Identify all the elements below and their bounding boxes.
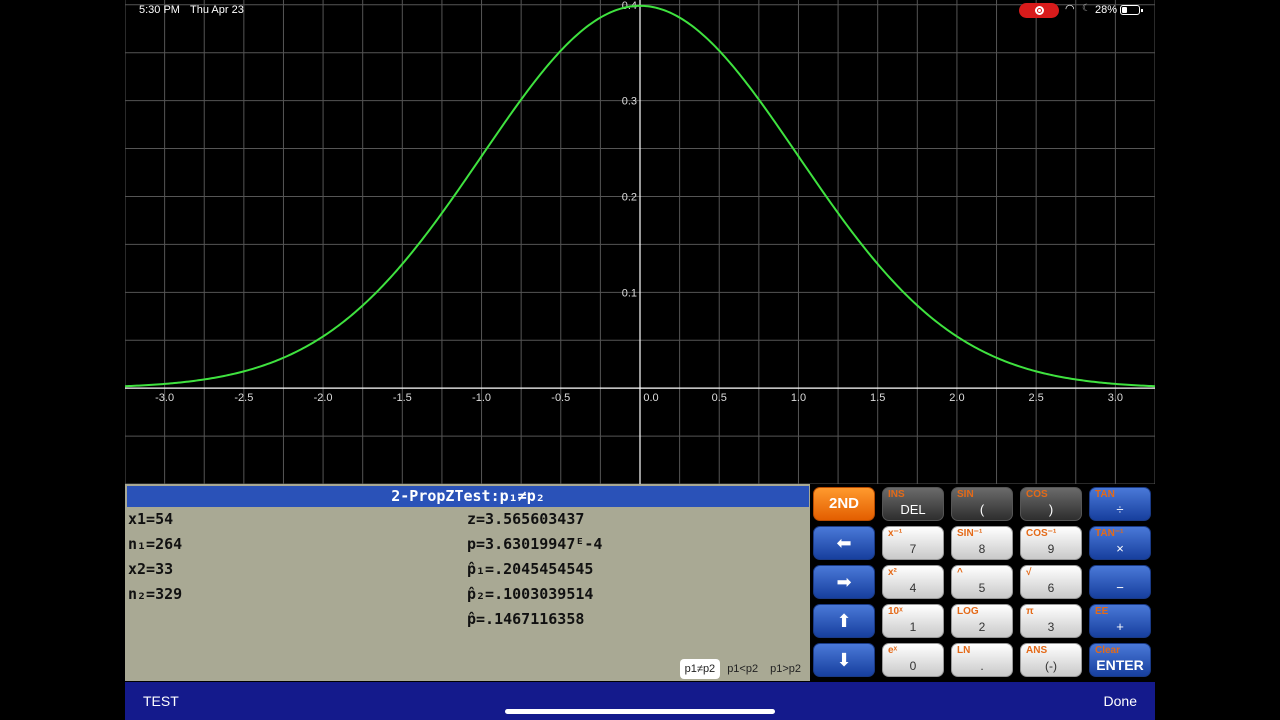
done-button[interactable]: Done bbox=[1104, 693, 1137, 709]
2nd-key[interactable]: 2ND bbox=[813, 487, 875, 521]
test-menu-button[interactable]: TEST bbox=[143, 693, 179, 709]
zero-key[interactable]: eˣ 0 bbox=[882, 643, 944, 677]
down-arrow-icon: ⬇ bbox=[836, 650, 852, 670]
x-tick-label: -0.5 bbox=[551, 392, 570, 404]
x-tick-label: -1.0 bbox=[472, 392, 491, 404]
alternative-hypothesis-tabs: p1≠p2 p1<p2 p1>p2 bbox=[679, 659, 806, 679]
result-line: z=3.565603437 bbox=[467, 510, 585, 528]
open-paren-key[interactable]: SIN ( bbox=[951, 487, 1013, 521]
three-key[interactable]: π 3 bbox=[1020, 604, 1082, 638]
screen-recording-icon[interactable] bbox=[1019, 3, 1059, 18]
inputs-list: x1=54 n₁=264 x2=33 n₂=329 bbox=[128, 507, 182, 607]
enter-key[interactable]: Clear ENTER bbox=[1089, 643, 1151, 677]
x-tick-label: 1.5 bbox=[870, 392, 885, 404]
one-key[interactable]: 10ˣ 1 bbox=[882, 604, 944, 638]
tab-less-than[interactable]: p1<p2 bbox=[722, 659, 763, 679]
x-tick-label: 2.5 bbox=[1029, 392, 1044, 404]
home-indicator[interactable] bbox=[505, 709, 775, 714]
results-screen: 2-PropZTest:p₁≠p₂ x1=54 n₁=264 x2=33 n₂=… bbox=[125, 484, 810, 681]
results-title: 2-PropZTest:p₁≠p₂ bbox=[127, 486, 809, 507]
left-arrow-key[interactable]: ⬅ bbox=[813, 526, 875, 560]
eight-key[interactable]: SIN⁻¹ 8 bbox=[951, 526, 1013, 560]
x-tick-label: 0.5 bbox=[712, 392, 727, 404]
battery-percent: 28% bbox=[1095, 4, 1118, 16]
seven-key[interactable]: x⁻¹ 7 bbox=[882, 526, 944, 560]
multiply-key[interactable]: TAN⁻¹ × bbox=[1089, 526, 1151, 560]
normal-curve-plot: -3.0 -2.5 -2.0 -1.5 -1.0 -0.5 0.0 0.5 1.0 1.5 2.0 2… bbox=[125, 0, 1155, 484]
x-tick-label: -1.5 bbox=[393, 392, 412, 404]
moon-icon: ☾ bbox=[1082, 3, 1091, 14]
five-key[interactable]: ^ 5 bbox=[951, 565, 1013, 599]
y-tick-label: 0.1 bbox=[622, 287, 637, 299]
plus-key[interactable]: EE + bbox=[1089, 604, 1151, 638]
negative-key[interactable]: ANS (-) bbox=[1020, 643, 1082, 677]
result-line: p=3.63019947ᴱ-4 bbox=[467, 535, 603, 553]
graph-area[interactable]: -3.0 -2.5 -2.0 -1.5 -1.0 -0.5 0.0 0.5 1.0 1.5 2.0 2… bbox=[125, 0, 1155, 484]
wifi-icon: ◠ bbox=[1065, 3, 1075, 15]
x-tick-label: -3.0 bbox=[155, 392, 174, 404]
y-tick-label: 0.3 bbox=[622, 96, 637, 108]
close-paren-key[interactable]: COS ) bbox=[1020, 487, 1082, 521]
battery-icon bbox=[1120, 5, 1143, 15]
result-line: n₁=264 bbox=[128, 535, 183, 553]
right-arrow-key[interactable]: ➡ bbox=[813, 565, 875, 599]
two-key[interactable]: LOG 2 bbox=[951, 604, 1013, 638]
y-tick-label: 0.2 bbox=[622, 191, 637, 203]
six-key[interactable]: √ 6 bbox=[1020, 565, 1082, 599]
result-line: x2=33 bbox=[128, 560, 174, 578]
del-key[interactable]: INS DEL bbox=[882, 487, 944, 521]
result-line: x1=54 bbox=[128, 510, 174, 528]
x-tick-label: -2.0 bbox=[314, 392, 333, 404]
left-arrow-icon: ⬅ bbox=[836, 533, 852, 553]
decimal-key[interactable]: LN . bbox=[951, 643, 1013, 677]
up-arrow-key[interactable]: ⬆ bbox=[813, 604, 875, 638]
down-arrow-key[interactable]: ⬇ bbox=[813, 643, 875, 677]
x-tick-label: 1.0 bbox=[791, 392, 806, 404]
x-tick-label: -2.5 bbox=[234, 392, 253, 404]
tab-greater-than[interactable]: p1>p2 bbox=[765, 659, 806, 679]
keypad: 2ND INS DEL SIN ( COS ) TAN ÷ ⬅ x⁻¹ 7 SI… bbox=[810, 484, 1155, 681]
x-tick-label: 3.0 bbox=[1108, 392, 1123, 404]
status-date: Thu Apr 23 bbox=[190, 4, 244, 16]
result-line: p̂₁=.2045454545 bbox=[467, 560, 594, 578]
up-arrow-icon: ⬆ bbox=[836, 611, 852, 631]
status-time: 5:30 PM bbox=[139, 4, 180, 16]
result-line: n₂=329 bbox=[128, 585, 183, 603]
right-arrow-icon: ➡ bbox=[836, 572, 852, 592]
result-line: p̂₂=.1003039514 bbox=[467, 585, 594, 603]
result-line: p̂=.1467116358 bbox=[467, 610, 585, 628]
status-bar: 5:30 PM Thu Apr 23 ◠ ☾ 28% bbox=[0, 0, 1280, 22]
outputs-list: z=3.565603437 p=3.63019947ᴱ-4 p̂₁=.20454… bbox=[467, 507, 602, 632]
x-tick-label: 2.0 bbox=[949, 392, 964, 404]
nine-key[interactable]: COS⁻¹ 9 bbox=[1020, 526, 1082, 560]
x-tick-label: 0.0 bbox=[643, 392, 658, 404]
bottom-bar: TEST Done bbox=[125, 682, 1155, 720]
divide-key[interactable]: TAN ÷ bbox=[1089, 487, 1151, 521]
minus-key[interactable]: − bbox=[1089, 565, 1151, 599]
four-key[interactable]: x² 4 bbox=[882, 565, 944, 599]
tab-not-equal[interactable]: p1≠p2 bbox=[679, 659, 721, 679]
calculator-app: 5:30 PM Thu Apr 23 ◠ ☾ 28% -3.0 -2.5 -2.0-… bbox=[0, 0, 1280, 720]
